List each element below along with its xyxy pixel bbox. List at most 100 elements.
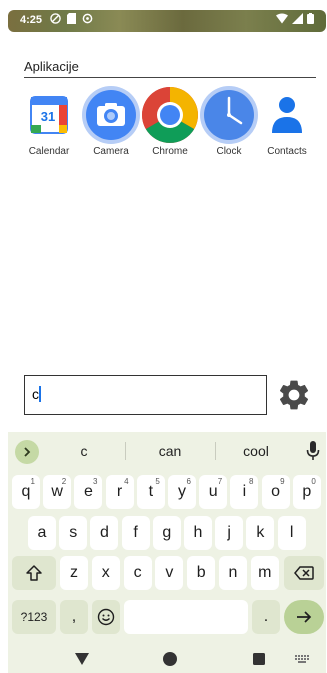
suggestion-divider	[125, 442, 126, 460]
key-z[interactable]: z	[60, 556, 88, 590]
text-caret	[39, 386, 41, 402]
battery-icon	[307, 13, 314, 24]
key-hint: 5	[155, 477, 160, 486]
settings-gear-icon[interactable]	[276, 377, 312, 413]
key-label: i	[242, 483, 247, 500]
navigation-bar	[8, 642, 326, 673]
svg-text:31: 31	[41, 109, 55, 124]
app-calendar[interactable]: 31 Calendar	[20, 86, 78, 157]
key-hint: 2	[61, 477, 67, 486]
key-d[interactable]: d	[90, 516, 119, 550]
app-camera[interactable]: Camera	[82, 86, 140, 157]
sim-icon	[67, 13, 76, 24]
key-label: u	[208, 483, 218, 500]
suggestion-item[interactable]: can	[148, 443, 192, 459]
app-chrome[interactable]: Chrome	[141, 86, 199, 157]
space-key[interactable]	[124, 600, 248, 634]
backspace-key[interactable]	[284, 556, 324, 590]
app-label: Chrome	[152, 146, 188, 157]
key-a[interactable]: a	[28, 516, 56, 550]
suggestion-divider	[215, 442, 216, 460]
backspace-icon	[294, 566, 314, 580]
chrome-icon	[142, 87, 198, 143]
key-label: e	[83, 483, 93, 500]
key-v[interactable]: v	[155, 556, 184, 590]
key-hint: 8	[248, 477, 254, 486]
chevron-right-icon	[24, 447, 31, 457]
key-b[interactable]: b	[187, 556, 216, 590]
key-label: y	[178, 483, 186, 500]
key-g[interactable]: g	[152, 516, 181, 550]
keyboard-switch-icon[interactable]	[295, 655, 311, 664]
app-row: 31 Calendar Camera Chrome Clock Contacts	[20, 86, 320, 166]
symbols-key[interactable]: ?123	[12, 600, 56, 634]
enter-key[interactable]	[284, 600, 324, 634]
home-icon[interactable]	[163, 652, 177, 666]
key-p[interactable]: p0	[292, 475, 321, 509]
key-label: r	[116, 483, 123, 500]
shift-icon	[26, 565, 42, 581]
signal-icon	[292, 13, 303, 24]
key-s[interactable]: s	[59, 516, 88, 550]
recents-icon[interactable]	[253, 653, 265, 665]
section-divider	[24, 77, 316, 78]
comma-key[interactable]: ,	[60, 600, 88, 634]
soft-keyboard: c can cool q1w2e3r4t5y6u7i8o9p0 asdfghjk…	[8, 432, 326, 673]
emoji-icon	[97, 608, 115, 626]
sync-icon	[82, 13, 93, 24]
key-k[interactable]: k	[246, 516, 275, 550]
key-h[interactable]: h	[184, 516, 212, 550]
key-hint: 9	[280, 477, 285, 486]
key-q[interactable]: q1	[12, 475, 40, 509]
key-o[interactable]: o9	[261, 475, 290, 509]
key-j[interactable]: j	[215, 516, 244, 550]
back-icon[interactable]	[75, 653, 89, 665]
key-hint: 1	[30, 477, 35, 486]
key-hint: 4	[124, 477, 129, 486]
key-m[interactable]: m	[250, 556, 279, 590]
app-contacts[interactable]: Contacts	[258, 86, 316, 157]
key-label: o	[271, 483, 281, 500]
key-x[interactable]: x	[91, 556, 120, 590]
do-not-disturb-icon	[50, 13, 61, 24]
suggestion-item[interactable]: c	[68, 443, 100, 459]
period-key[interactable]: .	[252, 600, 280, 634]
app-label: Calendar	[28, 146, 70, 157]
arrow-right-icon	[297, 611, 312, 623]
key-hint: 3	[92, 477, 98, 486]
app-label: Camera	[93, 146, 129, 157]
key-label: q	[21, 483, 31, 500]
clock-icon	[200, 86, 258, 144]
status-time: 4:25	[20, 14, 43, 26]
status-bar: 4:25	[8, 10, 326, 32]
key-w[interactable]: w2	[43, 475, 72, 509]
suggestion-item[interactable]: cool	[234, 443, 278, 459]
expand-toolbar-button[interactable]	[15, 440, 39, 464]
key-hint: 0	[311, 477, 316, 486]
key-f[interactable]: f	[121, 516, 150, 550]
search-input[interactable]: c	[24, 375, 267, 415]
key-t[interactable]: t5	[136, 475, 165, 509]
calendar-icon: 31	[30, 96, 68, 134]
search-input-value: c	[32, 386, 39, 402]
wifi-icon	[276, 13, 288, 24]
app-clock[interactable]: Clock	[200, 86, 258, 157]
key-u[interactable]: u7	[199, 475, 228, 509]
key-c[interactable]: c	[123, 556, 152, 590]
app-label: Contacts	[267, 146, 307, 157]
microphone-icon[interactable]	[306, 441, 320, 461]
shift-key[interactable]	[12, 556, 56, 590]
contacts-icon	[272, 97, 302, 133]
key-e[interactable]: e3	[74, 475, 103, 509]
key-hint: 7	[217, 477, 223, 486]
suggestion-bar: c can cool	[8, 432, 326, 470]
section-title: Aplikacije	[24, 59, 79, 74]
key-hint: 6	[186, 477, 191, 486]
key-n[interactable]: n	[219, 556, 247, 590]
key-i[interactable]: i8	[230, 475, 259, 509]
key-y[interactable]: y6	[168, 475, 196, 509]
key-label: t	[148, 483, 154, 500]
emoji-key[interactable]	[92, 600, 120, 634]
key-l[interactable]: l	[277, 516, 306, 550]
key-r[interactable]: r4	[105, 475, 134, 509]
